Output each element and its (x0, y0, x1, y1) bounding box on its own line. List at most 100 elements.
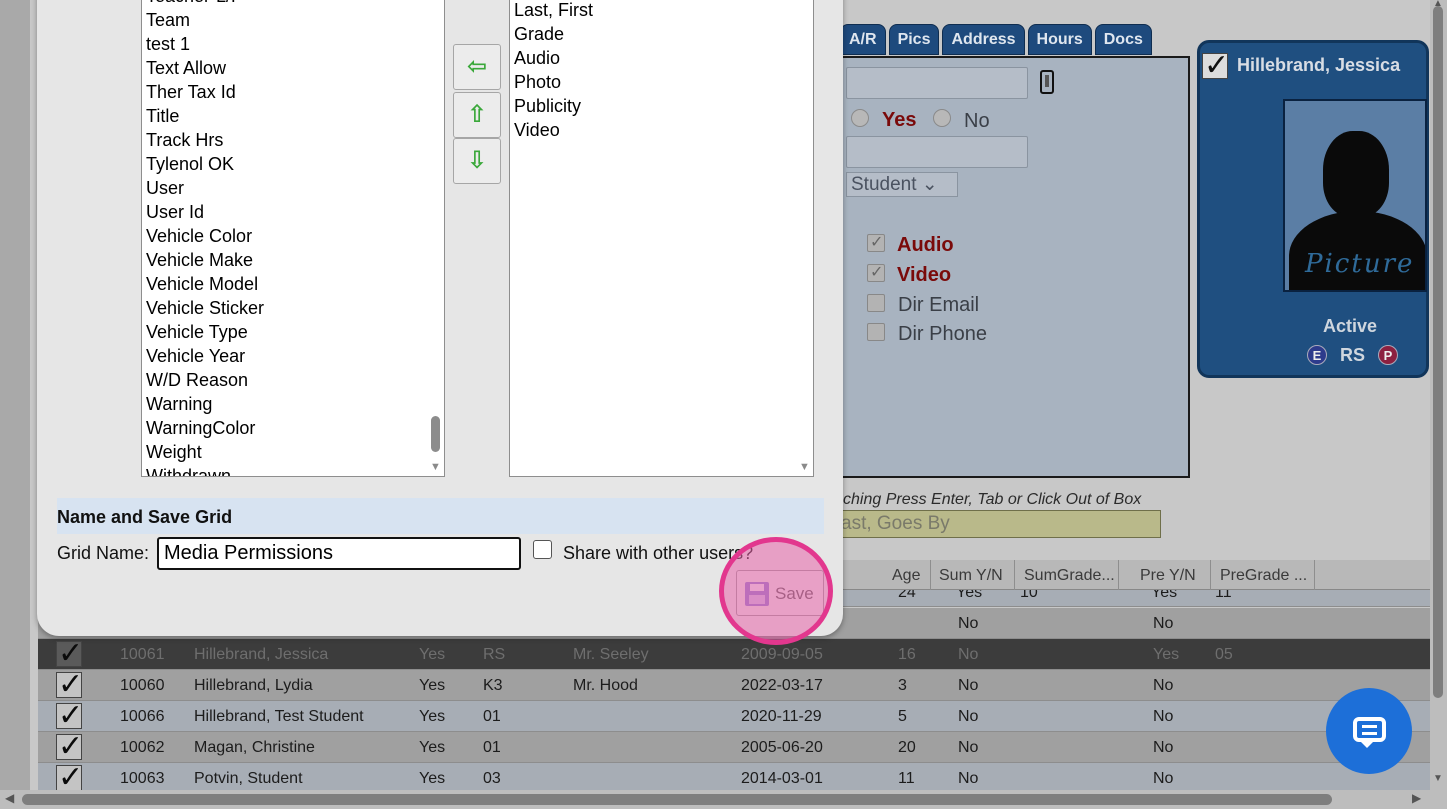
list-item[interactable]: Text Allow (146, 58, 226, 79)
list-item[interactable]: Vehicle Color (146, 226, 252, 247)
table-row[interactable]: 10060 Hillebrand, Lydia Yes K3 Mr. Hood 2022-… (38, 667, 1430, 702)
list-item[interactable]: Team (146, 10, 190, 31)
list-item[interactable]: Vehicle Model (146, 274, 258, 295)
list-item[interactable]: Audio (514, 48, 560, 69)
cell-name: Potvin, Student (194, 770, 303, 787)
tab-address[interactable]: Address (942, 24, 1025, 55)
audio-checkbox[interactable] (867, 232, 885, 252)
move-left-button[interactable]: ⇦ (453, 44, 501, 90)
list-item[interactable]: Last, First (514, 0, 593, 21)
radio-yes[interactable] (851, 109, 869, 127)
save-button-label: Save (775, 584, 814, 603)
save-button[interactable]: Save (736, 570, 824, 616)
scroll-right-icon[interactable]: ▶ (1412, 791, 1421, 805)
cell-grade: RS (483, 646, 506, 663)
list-item[interactable]: Warning (146, 394, 212, 415)
move-down-button[interactable]: ⇩ (453, 138, 501, 184)
tab-pics[interactable]: Pics (888, 24, 940, 55)
share-label: Share with other users? (563, 543, 754, 563)
role-select[interactable]: Student ⌄ (846, 172, 958, 197)
audio-label: Audio (897, 234, 954, 256)
list-scroll-down-icon[interactable]: ▼ (799, 461, 810, 473)
available-fields-scrollbar[interactable]: ▲ ▼ (427, 0, 444, 476)
row-checkbox[interactable] (56, 698, 83, 733)
chat-support-button[interactable] (1326, 688, 1412, 774)
list-item[interactable]: Title (146, 106, 179, 127)
list-item[interactable]: W/D Reason (146, 370, 248, 391)
video-checkbox[interactable] (867, 262, 885, 282)
list-item[interactable]: Weight (146, 442, 202, 463)
vertical-scrollbar[interactable]: ▲ ▼ (1430, 0, 1447, 790)
dir-email-label: Dir Email (898, 294, 980, 316)
row-checkbox[interactable] (56, 760, 83, 795)
card-select-checkbox[interactable] (1202, 48, 1229, 83)
text-field[interactable] (846, 136, 1028, 168)
list-item[interactable]: Vehicle Sticker (146, 298, 264, 319)
list-item[interactable]: Track Hrs (146, 130, 223, 151)
cell-name: Hillebrand, Lydia (194, 677, 313, 694)
list-item[interactable]: User (146, 178, 184, 199)
cell-age: 20 (898, 739, 916, 756)
horizontal-scrollbar[interactable]: ◀ ▶ (0, 790, 1447, 809)
scroll-left-icon[interactable]: ◀ (5, 791, 14, 805)
silhouette-head (1323, 131, 1389, 217)
student-photo[interactable]: Picture (1283, 99, 1427, 292)
table-row[interactable]: 10061 Hillebrand, Jessica Yes RS Mr. Seeley 2… (38, 636, 1430, 671)
move-up-button[interactable]: ⇧ (453, 92, 501, 138)
share-checkbox[interactable] (533, 540, 552, 559)
tab-docs[interactable]: Docs (1094, 24, 1152, 55)
header-sum-yn[interactable]: Sum Y/N (939, 567, 1003, 585)
dir-email-checkbox[interactable] (867, 294, 885, 312)
cell-age: 3 (898, 677, 907, 694)
cell-sum: No (958, 646, 979, 663)
row-checkbox[interactable] (56, 667, 83, 702)
list-item[interactable]: Photo (514, 72, 561, 93)
tab-ar[interactable]: A/R (840, 24, 886, 55)
selected-fields-list[interactable]: TagLast, FirstGradeAudioPhotoPublicityVi… (509, 0, 814, 477)
cell-name: Hillebrand, Jessica (194, 646, 329, 663)
card-student-name: Hillebrand, Jessica (1237, 55, 1401, 75)
left-strip (0, 0, 30, 790)
cell-dob: 2014-03-01 (741, 770, 823, 787)
header-age[interactable]: Age (892, 567, 920, 585)
vertical-scroll-thumb[interactable] (1433, 6, 1443, 698)
grid-name-input[interactable] (157, 537, 521, 570)
header-pre-yn[interactable]: Pre Y/N (1140, 567, 1196, 585)
list-item[interactable]: Ther Tax Id (146, 82, 236, 103)
table-row[interactable]: 10062 Magan, Christine Yes 01 2005-06-20 20 No… (38, 729, 1430, 764)
header-sumgrade[interactable]: SumGrade... (1024, 567, 1115, 585)
student-search-input[interactable]: ast, Goes By (836, 510, 1161, 538)
dir-phone-checkbox[interactable] (867, 323, 885, 341)
list-item[interactable]: Tylenol OK (146, 154, 234, 175)
row-checkbox[interactable] (56, 729, 83, 764)
list-item[interactable]: test 1 (146, 34, 190, 55)
badge-p: P (1378, 345, 1398, 365)
picture-placeholder-text: Picture (1305, 249, 1415, 279)
list-item[interactable]: Publicity (514, 96, 581, 117)
list-item[interactable]: WarningColor (146, 418, 255, 439)
selected-fields-scrollbar[interactable]: ▲ ▼ (796, 0, 813, 476)
scroll-down-icon[interactable]: ▼ (1433, 773, 1443, 784)
list-item[interactable]: Grade (514, 24, 564, 45)
list-item[interactable]: Vehicle Type (146, 322, 248, 343)
radio-no[interactable] (933, 109, 951, 127)
table-row[interactable]: 10066 Hillebrand, Test Student Yes 01 2020-1… (38, 698, 1430, 733)
cell-sum: No (958, 739, 979, 756)
available-fields-list[interactable]: Teacher-L/F Team test 1 Text Allow Ther Tax … (141, 0, 445, 477)
horizontal-scroll-thumb[interactable] (22, 794, 1332, 805)
list-item[interactable]: Vehicle Year (146, 346, 245, 367)
list-scroll-thumb[interactable] (431, 416, 440, 452)
cell-pre: No (1153, 739, 1174, 756)
list-item[interactable]: User Id (146, 202, 204, 223)
role-select-value: Student (851, 174, 917, 195)
floppy-disk-icon (745, 582, 769, 606)
row-checkbox[interactable] (56, 636, 83, 671)
phone-field[interactable] (846, 67, 1028, 99)
list-item[interactable]: Video (514, 120, 560, 141)
list-item[interactable]: Vehicle Make (146, 250, 253, 271)
header-pregrade[interactable]: PreGrade ... (1220, 567, 1307, 585)
list-scroll-down-icon[interactable]: ▼ (430, 461, 441, 473)
list-item[interactable]: Teacher-L/F (146, 0, 242, 7)
list-item[interactable]: Withdrawn (146, 466, 231, 476)
tab-hours[interactable]: Hours (1027, 24, 1092, 55)
